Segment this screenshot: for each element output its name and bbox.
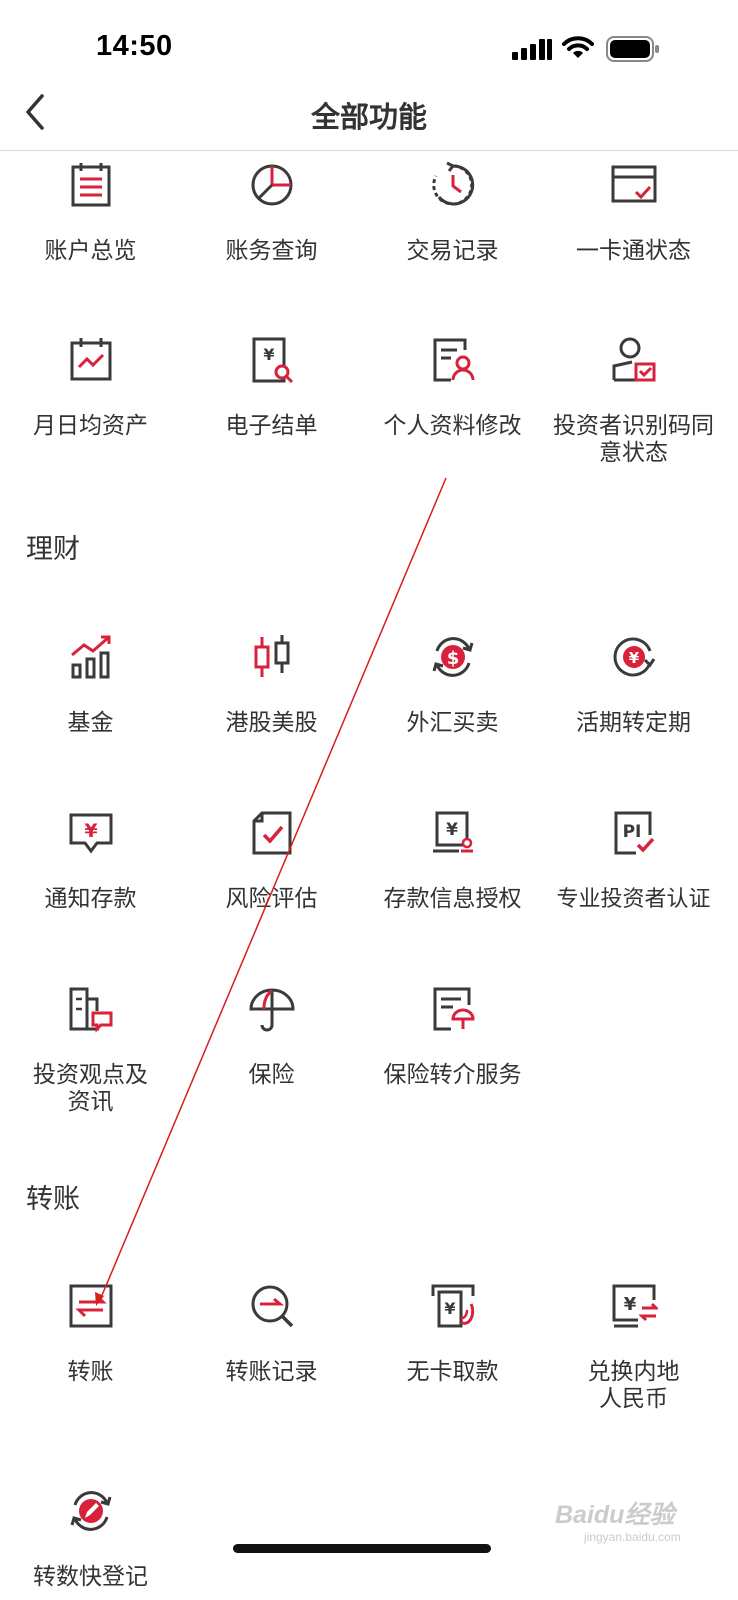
- function-label: 电子结单: [225, 412, 318, 438]
- function-list: 账户总览 账务查询 交易记录 一卡通状态 月日均资产 ¥ 电子结单 个人资料修改…: [0, 151, 738, 1600]
- function-label: 港股美股: [225, 709, 318, 735]
- function-label: 兑换内地人民币: [587, 1358, 680, 1411]
- function-item-professional-investor[interactable]: PI 专业投资者认证: [543, 809, 724, 919]
- all-functions-screen: 14:50 全部功能 账户总览 账务查询 交易记录 一卡通状态 月日均资产 ¥ …: [0, 0, 738, 1600]
- yen-authorize-icon: ¥: [433, 811, 473, 853]
- function-item-investment-insights[interactable]: 投资观点及资讯: [0, 985, 181, 1115]
- function-label: 投资观点及资讯: [33, 1061, 148, 1114]
- watermark-url: jingyan.baidu.com: [584, 1530, 681, 1544]
- calendar-chart-icon: [70, 338, 112, 381]
- function-label: 账户总览: [44, 237, 137, 263]
- function-label: 账务查询: [225, 237, 318, 263]
- function-item-account-query[interactable]: 账务查询: [181, 161, 362, 271]
- user-check-icon: [612, 337, 656, 382]
- function-item-transaction-record[interactable]: 交易记录: [362, 161, 543, 271]
- function-item-deposit-authorization[interactable]: ¥ 存款信息授权: [362, 809, 543, 919]
- candlestick-icon: [254, 635, 290, 677]
- page-title: 全部功能: [310, 102, 427, 134]
- yen-statement-search-icon: ¥: [252, 337, 294, 384]
- svg-text:PI: PI: [623, 822, 642, 842]
- function-label: 保险: [248, 1061, 295, 1087]
- yen-exchange-icon: ¥: [612, 1284, 658, 1328]
- svg-text:$: $: [447, 648, 460, 669]
- function-label: 通知存款: [44, 885, 137, 911]
- signal-icon: [512, 39, 552, 60]
- function-label: 投资者识别码同意状态: [553, 412, 714, 465]
- umbrella-icon: [249, 988, 295, 1032]
- function-label: 转数快登记: [33, 1563, 148, 1589]
- function-item-transfer[interactable]: 转账: [0, 1282, 181, 1392]
- nav-bar: 全部功能: [0, 90, 738, 151]
- home-indicator[interactable]: [233, 1544, 491, 1553]
- pi-check-icon: PI: [614, 811, 655, 855]
- function-item-risk-assessment[interactable]: 风险评估: [181, 809, 362, 919]
- clock-history-icon: [432, 161, 475, 206]
- function-item-daily-average-assets[interactable]: 月日均资产: [0, 336, 181, 456]
- profile-edit-icon: [433, 338, 475, 382]
- function-label: 保险转介服务: [383, 1061, 522, 1087]
- svg-text:¥: ¥: [84, 820, 97, 842]
- function-label: 一卡通状态: [576, 237, 691, 263]
- clipboard-list-icon: [71, 163, 111, 207]
- function-item-notice-deposit[interactable]: ¥ 通知存款: [0, 809, 181, 919]
- function-label: 外汇买卖: [406, 709, 499, 735]
- document-check-icon: [252, 811, 292, 855]
- function-item-account-overview[interactable]: 账户总览: [0, 161, 181, 271]
- svg-text:¥: ¥: [629, 649, 640, 667]
- dollar-exchange-icon: $: [432, 637, 474, 677]
- transfer-icon: [69, 1284, 113, 1328]
- function-item-exchange-rmb[interactable]: ¥ 兑换内地人民币: [543, 1282, 724, 1412]
- svg-text:¥: ¥: [624, 1294, 637, 1315]
- document-umbrella-icon: [433, 987, 475, 1031]
- function-label: 活期转定期: [576, 709, 691, 735]
- pie-chart-icon: [251, 164, 293, 206]
- function-label: 转账: [67, 1358, 114, 1384]
- cardless-withdraw-icon: ¥: [431, 1284, 475, 1328]
- function-item-hk-us-stocks[interactable]: 港股美股: [181, 633, 362, 743]
- function-item-profile-edit[interactable]: 个人资料修改: [362, 336, 543, 456]
- function-item-transfer-record[interactable]: 转账记录: [181, 1282, 362, 1392]
- yen-message-icon: ¥: [69, 813, 113, 854]
- function-label: 基金: [67, 709, 114, 735]
- fund-chart-icon: [71, 635, 111, 679]
- function-item-cardless-withdrawal[interactable]: ¥ 无卡取款: [362, 1282, 543, 1392]
- function-label: 无卡取款: [406, 1358, 499, 1384]
- function-label: 风险评估: [225, 885, 318, 911]
- status-time: 14:50: [96, 30, 173, 62]
- svg-text:¥: ¥: [263, 345, 274, 364]
- battery-icon: [606, 36, 659, 62]
- function-item-forex[interactable]: $ 外汇买卖: [362, 633, 543, 743]
- function-item-fps-register[interactable]: 转数快登记: [0, 1487, 181, 1600]
- function-item-insurance[interactable]: 保险: [181, 985, 362, 1095]
- transfer-search-icon: [251, 1285, 294, 1328]
- card-check-icon: [611, 165, 657, 203]
- function-item-investor-id-consent[interactable]: 投资者识别码同意状态: [543, 336, 724, 465]
- function-label: 月日均资产: [33, 412, 148, 438]
- watermark-logo: Baidu经验: [555, 1501, 675, 1529]
- function-item-current-to-fixed[interactable]: ¥ 活期转定期: [543, 633, 724, 743]
- function-label: 转账记录: [225, 1358, 318, 1384]
- yen-cycle-icon: ¥: [613, 637, 656, 677]
- function-label: 专业投资者认证: [556, 886, 711, 911]
- function-item-insurance-referral[interactable]: 保险转介服务: [362, 985, 543, 1095]
- function-item-fund[interactable]: 基金: [0, 633, 181, 743]
- status-bar: 14:50: [0, 0, 738, 90]
- section-title-wealth: 理财: [26, 534, 80, 564]
- building-message-icon: [69, 987, 113, 1033]
- function-item-card-status[interactable]: 一卡通状态: [543, 161, 724, 271]
- section-title-transfer: 转账: [26, 1184, 80, 1214]
- fps-register-icon: [70, 1491, 112, 1531]
- function-label: 个人资料修改: [383, 412, 522, 438]
- svg-text:¥: ¥: [446, 820, 458, 840]
- wifi-icon: [562, 36, 594, 58]
- svg-text:¥: ¥: [444, 1299, 455, 1318]
- function-label: 交易记录: [406, 237, 499, 263]
- function-label: 存款信息授权: [383, 885, 522, 911]
- function-item-e-statement[interactable]: ¥ 电子结单: [181, 336, 362, 456]
